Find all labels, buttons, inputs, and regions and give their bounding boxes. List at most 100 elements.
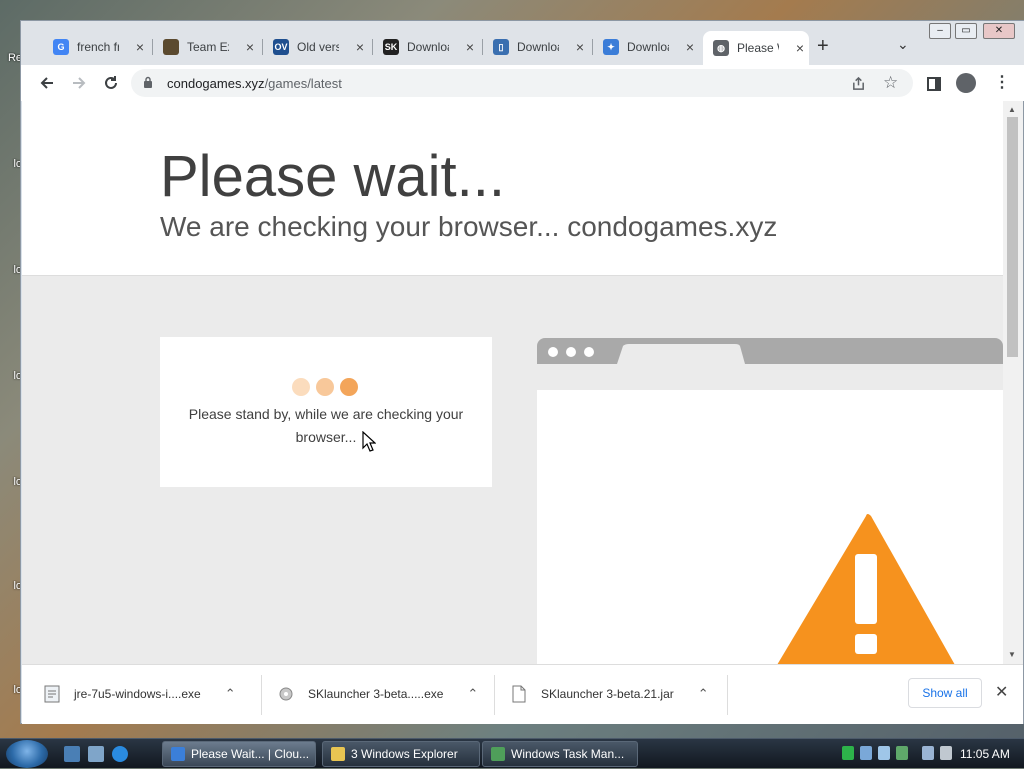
tab-close-icon[interactable]: × <box>133 39 147 55</box>
back-button[interactable] <box>35 71 59 95</box>
show-desktop-icon[interactable] <box>64 746 80 762</box>
tray-app-icon[interactable] <box>896 746 908 760</box>
download-item[interactable]: SKlauncher 3-beta.....exe ⌃ <box>278 685 478 703</box>
address-bar[interactable]: condogames.xyz/games/latest ☆ <box>131 69 913 97</box>
taskbar-button[interactable]: Please Wait... | Clou... <box>162 741 316 767</box>
tab-close-icon[interactable]: × <box>353 39 367 55</box>
volume-muted-icon[interactable] <box>940 746 952 760</box>
page-content: Please wait... We are checking your brow… <box>22 101 1003 664</box>
page-scrollbar[interactable]: ▲ ▼ <box>1003 101 1023 664</box>
reload-icon <box>105 76 117 89</box>
tab-search-button[interactable]: ⌄ <box>897 36 909 53</box>
scroll-down-icon[interactable]: ▼ <box>1008 650 1016 659</box>
desktop-icon-label[interactable]: lo <box>0 476 22 488</box>
sk-icon: SK <box>383 39 399 55</box>
scrollbar-thumb[interactable] <box>1007 117 1018 357</box>
globe-icon: ◍ <box>713 40 729 56</box>
divider <box>261 675 262 715</box>
tab-title: Team Ext <box>187 40 229 54</box>
tab[interactable]: OV Old versi × <box>263 33 367 61</box>
desktop-icon-label[interactable]: lo <box>0 158 22 170</box>
tab-separator <box>152 39 153 55</box>
tab[interactable]: Gfrench fr × <box>43 33 147 61</box>
taskbar-button[interactable]: Windows Task Man... <box>482 741 638 767</box>
download-item[interactable]: SKlauncher 3-beta.21.jar ⌃ <box>511 685 709 703</box>
scroll-up-icon[interactable]: ▲ <box>1008 105 1016 114</box>
close-downloads-icon[interactable]: ✕ <box>995 682 1008 702</box>
tab[interactable]: Team Ext × <box>153 33 257 61</box>
task-manager-icon <box>491 747 505 761</box>
chevron-up-icon[interactable]: ⌃ <box>698 686 709 702</box>
lock-icon <box>144 76 152 88</box>
switch-windows-icon[interactable] <box>88 746 104 762</box>
taskbar-button[interactable]: 3 Windows Explorer <box>322 741 480 767</box>
reload-button[interactable] <box>99 71 123 95</box>
google-icon: G <box>53 39 69 55</box>
show-all-button[interactable]: Show all <box>908 678 982 708</box>
tab[interactable]: ◍ Please W × <box>703 31 809 65</box>
new-tab-button[interactable]: + <box>817 35 829 58</box>
desktop-icon-label[interactable]: lo <box>0 370 22 382</box>
divider <box>727 675 728 715</box>
tab[interactable]: ▯ Downloa × <box>483 33 587 61</box>
download-item[interactable]: jre-7u5-windows-i....exe ⌃ <box>44 685 236 703</box>
desktop-icon-label[interactable]: lo <box>0 580 22 592</box>
tray-app-icon[interactable] <box>860 746 872 760</box>
menu-kebab-icon[interactable]: ⋮ <box>994 72 1010 92</box>
close-window-button[interactable]: ✕ <box>983 23 1015 39</box>
loading-dot-icon <box>316 378 334 396</box>
desktop-icon-label[interactable]: lo <box>0 264 22 276</box>
desktop-icon-label[interactable]: Re <box>0 52 22 64</box>
url-host: condogames.xyz <box>167 76 265 91</box>
bookmark-star-icon[interactable]: ☆ <box>883 73 898 93</box>
tab-strip: Gfrench fr × Team Ext × OV Old versi × SK Downlo… <box>21 21 1024 65</box>
clock[interactable]: 11:05 AM <box>960 747 1010 761</box>
taskbar-button-label: Windows Task Man... <box>511 747 625 761</box>
taskbar-button-label: Please Wait... | Clou... <box>191 747 310 761</box>
tab-close-icon[interactable]: × <box>243 39 257 55</box>
bird-icon: ✦ <box>603 39 619 55</box>
tab-close-icon[interactable]: × <box>463 39 477 55</box>
tab[interactable]: SK Downloa × <box>373 33 477 61</box>
internet-explorer-icon[interactable] <box>112 746 128 762</box>
side-panel-icon[interactable] <box>927 77 941 91</box>
chevron-up-icon[interactable]: ⌃ <box>467 686 478 702</box>
download-filename: jre-7u5-windows-i....exe <box>74 687 201 701</box>
tab-title: french fr <box>77 40 119 54</box>
loading-dot-icon <box>340 378 358 396</box>
minimize-button[interactable]: – <box>929 23 951 39</box>
taskbar: Please Wait... | Clou... 3 Windows Explor… <box>0 738 1024 768</box>
network-icon[interactable] <box>842 746 854 760</box>
tab-separator <box>482 39 483 55</box>
tab-close-icon[interactable]: × <box>793 40 807 56</box>
downloads-bar: jre-7u5-windows-i....exe ⌃ SKlauncher 3-… <box>22 664 1023 724</box>
file-icon <box>512 685 526 703</box>
tray-app-icon[interactable] <box>878 746 890 760</box>
page-subtitle: We are checking your browser... condogam… <box>160 211 778 242</box>
url-text: condogames.xyz/games/latest <box>167 76 342 91</box>
standby-message: Please stand by, while we are checking y… <box>188 406 464 445</box>
tab-separator <box>372 39 373 55</box>
start-button[interactable] <box>6 740 48 768</box>
tab-separator <box>592 39 593 55</box>
tab-close-icon[interactable]: × <box>683 39 697 55</box>
taskbar-button-label: 3 Windows Explorer <box>351 747 458 761</box>
forward-arrow-icon <box>73 77 86 89</box>
forward-button[interactable] <box>67 71 91 95</box>
restore-button[interactable]: ▭ <box>955 23 977 39</box>
page-header: Please wait... We are checking your brow… <box>22 101 1003 276</box>
folder-icon <box>331 747 345 761</box>
installer-icon <box>44 685 60 703</box>
tab-close-icon[interactable]: × <box>573 39 587 55</box>
share-icon[interactable] <box>851 76 866 91</box>
desktop-icon-label[interactable]: lo <box>0 684 22 696</box>
tab-title: Please W <box>737 41 779 55</box>
tab[interactable]: ✦ Downloa × <box>593 33 697 61</box>
tab-title: Downloa <box>407 40 449 54</box>
profile-avatar-icon[interactable] <box>956 73 976 93</box>
loading-dot-icon <box>292 378 310 396</box>
tab-separator <box>262 39 263 55</box>
chevron-up-icon[interactable]: ⌃ <box>225 686 236 702</box>
download-filename: SKlauncher 3-beta.21.jar <box>541 687 674 701</box>
monitor-icon[interactable] <box>922 746 934 760</box>
